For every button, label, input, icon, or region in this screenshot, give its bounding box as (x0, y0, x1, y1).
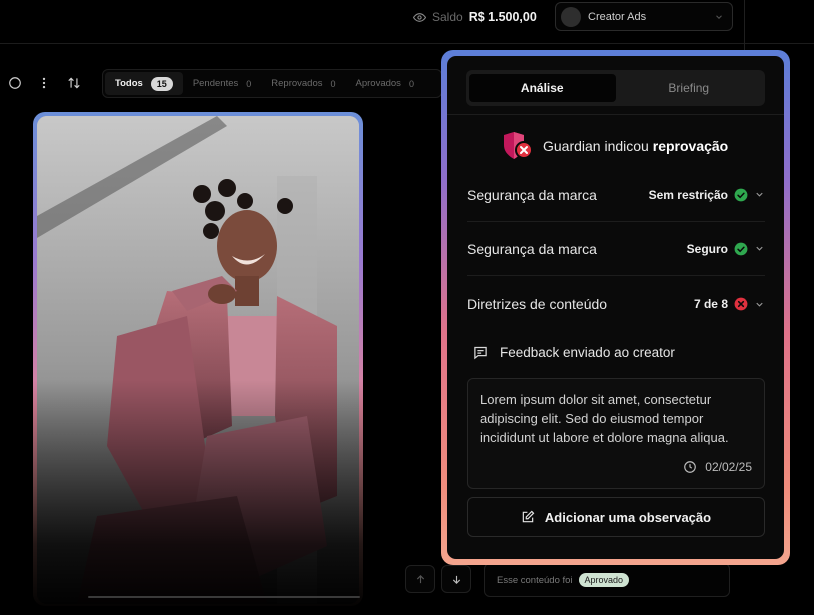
add-observation-button[interactable]: Adicionar uma observação (467, 497, 765, 537)
feedback-date-text: 02/02/25 (705, 460, 752, 474)
account-avatar (561, 6, 581, 27)
filter-label: Pendentes (192, 78, 239, 89)
analysis-panel: Análise Briefing Guardian indicou reprov… (447, 56, 784, 559)
divider (744, 0, 745, 50)
feedback-text: Lorem ipsum dolor sit amet, consectetur … (480, 392, 729, 445)
guardian-result: reprovação (652, 138, 729, 154)
message-icon (474, 346, 487, 360)
filter-pendentes[interactable]: Pendentes 0 (183, 72, 261, 95)
filter-todos[interactable]: Todos 15 (105, 72, 183, 95)
add-observation-label: Adicionar uma observação (544, 509, 712, 525)
more-options-icon[interactable] (37, 76, 51, 90)
select-all-checkbox[interactable] (8, 76, 22, 90)
filter-count: 0 (408, 78, 414, 89)
filter-aprovados[interactable]: Aprovados 0 (346, 72, 424, 95)
divider (447, 114, 784, 115)
previous-content-button[interactable] (405, 565, 435, 593)
guardian-prefix: Guardian indicou (543, 138, 649, 154)
feedback-header: Feedback enviado ao creator (473, 345, 675, 360)
feedback-title: Feedback enviado ao creator (500, 345, 675, 360)
balance-value: R$ 1.500,00 (468, 10, 537, 24)
edit-icon (522, 510, 535, 523)
tab-analise[interactable]: Análise (469, 74, 616, 102)
check-result: Sem restrição (649, 188, 765, 202)
chevron-down-icon (716, 14, 722, 19)
arrow-up-icon (416, 574, 424, 583)
x-circle-icon (734, 297, 748, 311)
panel-tabs: Análise Briefing (466, 70, 765, 106)
status-text: Esse conteúdo foi (497, 574, 573, 586)
status-badge: Aprovado (578, 573, 630, 587)
status-filters: Todos 15 Pendentes 0 Reprovados 0 Aprova… (102, 69, 442, 98)
balance: Saldo R$ 1.500,00 (413, 9, 537, 25)
balance-label: Saldo (432, 10, 463, 24)
filter-label: Aprovados (355, 78, 401, 89)
check-value: Seguro (686, 241, 728, 256)
next-content-button[interactable] (441, 565, 471, 593)
content-status: Esse conteúdo foi Aprovado (484, 563, 730, 597)
guardian-verdict: Guardian indicou reprovação (501, 132, 728, 160)
shield-alert-icon (504, 132, 533, 159)
check-result: 7 de 8 (694, 297, 765, 311)
account-selector[interactable]: Creator Ads (555, 2, 733, 31)
check-value: 7 de 8 (693, 297, 728, 311)
filter-count: 0 (246, 78, 252, 89)
sort-icon[interactable] (67, 76, 81, 90)
filter-count: 15 (150, 76, 173, 91)
check-circle-icon (734, 242, 748, 255)
chevron-down-icon (756, 302, 763, 307)
feedback-message: Lorem ipsum dolor sit amet, consectetur … (467, 378, 765, 489)
eye-icon[interactable] (413, 11, 426, 24)
media-fade-overlay (0, 380, 420, 615)
chevron-down-icon (756, 192, 763, 197)
feedback-date: 02/02/25 (683, 460, 752, 474)
check-row-brand-safety-2[interactable]: Segurança da marca Seguro (467, 222, 765, 276)
guardian-text: Guardian indicou reprovação (543, 138, 728, 154)
arrow-down-icon (452, 575, 460, 584)
video-progress-bar[interactable] (88, 596, 360, 598)
check-circle-icon (734, 188, 748, 201)
chevron-down-icon (756, 246, 763, 251)
tab-briefing[interactable]: Briefing (616, 74, 763, 102)
filter-label: Reprovados (271, 78, 323, 89)
check-value: Sem restrição (648, 187, 728, 202)
clock-icon (684, 461, 697, 473)
top-bar: Saldo R$ 1.500,00 Creator Ads (0, 0, 814, 44)
account-name: Creator Ads (588, 10, 647, 23)
filter-reprovados[interactable]: Reprovados 0 (261, 72, 345, 95)
check-label: Segurança da marca (467, 240, 597, 257)
check-row-content-guidelines[interactable]: Diretrizes de conteúdo 7 de 8 (467, 277, 765, 331)
filter-label: Todos (115, 78, 143, 89)
filter-count: 0 (330, 78, 336, 89)
check-row-brand-safety[interactable]: Segurança da marca Sem restrição (467, 168, 765, 222)
check-label: Segurança da marca (467, 186, 597, 203)
check-result: Seguro (687, 242, 765, 256)
check-label: Diretrizes de conteúdo (467, 296, 608, 312)
